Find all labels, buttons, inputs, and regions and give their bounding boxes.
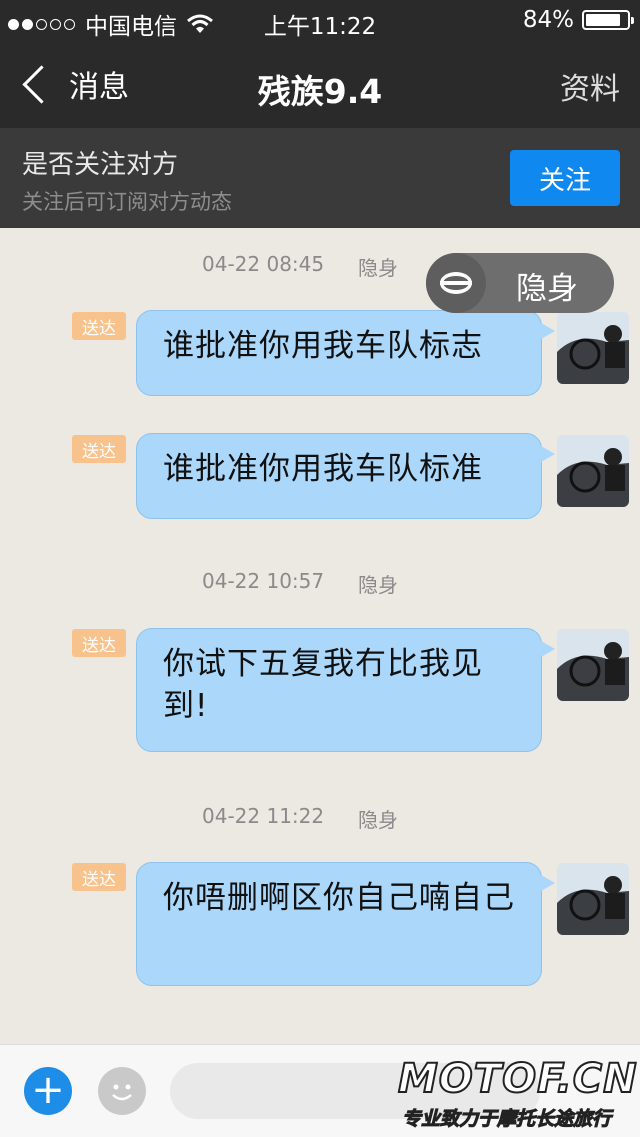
profile-button[interactable]: 资料	[560, 64, 620, 108]
emoji-button[interactable]	[98, 1067, 146, 1115]
invisible-mode-button[interactable]: 隐身	[426, 253, 614, 313]
avatar-image	[557, 629, 629, 701]
watermark: MOTOF.CN 专业致力于摩托长途旅行	[397, 1055, 640, 1136]
follow-prompt-subtitle: 关注后可订阅对方动态	[22, 190, 232, 214]
battery-percent: 84%	[522, 7, 574, 33]
smiley-icon	[112, 1084, 132, 1101]
status-right: 84%	[522, 7, 634, 33]
message-bubble[interactable]: 谁批准你用我车队标志	[136, 310, 555, 396]
avatar-image	[557, 312, 629, 384]
message-bubble[interactable]: 你试下五复我冇比我见到!	[136, 628, 555, 752]
message-status: 隐身	[358, 808, 398, 832]
message-time: 04-22 11:22	[202, 804, 325, 828]
invisible-icon	[426, 253, 486, 313]
follow-prompt-title: 是否关注对方	[22, 150, 179, 180]
watermark-sub: 专业致力于摩托长途旅行	[401, 1108, 612, 1131]
avatar-image	[557, 435, 629, 507]
back-label: 消息	[69, 70, 129, 105]
chat-area[interactable]: 04-22 08:45 隐身 送达 谁批准你用我车队标志 送达 谁批准你用我车队…	[0, 228, 640, 1044]
battery-icon	[582, 10, 634, 30]
follow-prompt-bar: 是否关注对方 关注后可订阅对方动态 关注	[0, 128, 640, 228]
message-time: 04-22 10:57	[202, 569, 325, 593]
message-bubble[interactable]: 谁批准你用我车队标准	[136, 433, 555, 519]
message-status: 隐身	[358, 573, 398, 597]
back-button[interactable]: 消息	[14, 62, 129, 106]
plus-icon: +	[31, 1067, 65, 1113]
status-bar: 中国电信 上午11:22 84%	[0, 0, 640, 40]
message-bubble[interactable]: 你唔删啊区你自己喃自己	[136, 862, 555, 986]
avatar[interactable]	[557, 435, 629, 507]
message-time: 04-22 08:45	[202, 252, 325, 276]
avatar[interactable]	[557, 863, 629, 935]
navigation-bar: 消息 残族9.4 资料	[0, 40, 640, 128]
follow-button[interactable]: 关注	[510, 150, 620, 206]
watermark-main: MOTOF.CN	[397, 1055, 638, 1103]
invisible-label: 隐身	[516, 271, 578, 307]
chevron-left-icon	[22, 64, 61, 104]
delivered-badge: 送达	[72, 863, 126, 891]
avatar[interactable]	[557, 312, 629, 384]
avatar-image	[557, 863, 629, 935]
delivered-badge: 送达	[72, 312, 126, 340]
message-status: 隐身	[358, 256, 398, 280]
delivered-badge: 送达	[72, 629, 126, 657]
avatar[interactable]	[557, 629, 629, 701]
plus-button[interactable]: +	[24, 1067, 72, 1115]
delivered-badge: 送达	[72, 435, 126, 463]
